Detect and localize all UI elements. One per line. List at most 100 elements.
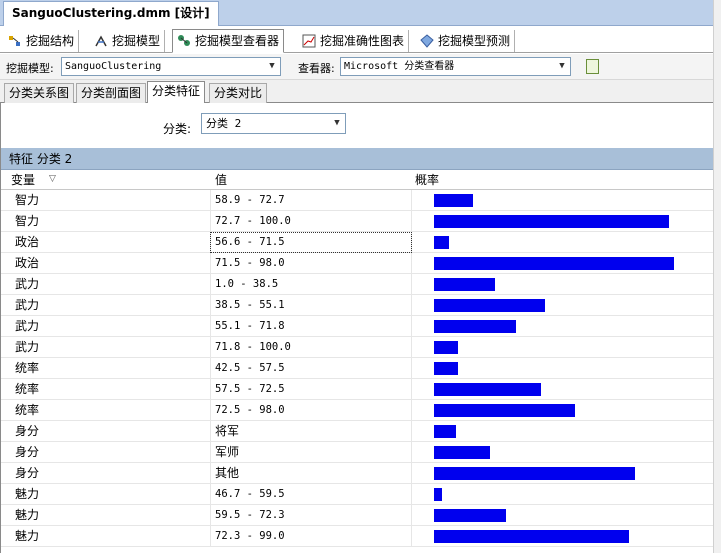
refresh-icon[interactable]	[586, 59, 599, 74]
tab-mining-structure[interactable]: 挖掘结构	[4, 30, 80, 52]
variable-cell: 身分	[15, 424, 40, 438]
mining-structure-icon	[8, 34, 22, 48]
tab-cluster-discrimination[interactable]: 分类对比	[209, 83, 268, 103]
variable-cell: 魅力	[15, 487, 40, 501]
prediction-icon	[420, 34, 434, 48]
scrollbar[interactable]	[713, 0, 721, 553]
chevron-down-icon: ▼	[265, 59, 279, 74]
variable-cell: 智力	[15, 214, 40, 228]
variable-cell: 统率	[15, 382, 40, 396]
table-row[interactable]: 魅力 72.3 - 99.0	[1, 526, 714, 547]
value-cell: 1.0 - 38.5	[215, 278, 279, 290]
probability-bar	[434, 488, 442, 501]
probability-bar	[434, 467, 635, 480]
variable-cell: 武力	[15, 340, 40, 354]
probability-bar	[434, 299, 545, 312]
table-row[interactable]: 身分 将军	[1, 421, 714, 442]
mining-model-select[interactable]: SanguoClustering ▼	[61, 57, 281, 76]
column-headers: 变量 ▽ 值 概率	[1, 171, 721, 190]
table-row[interactable]: 统率 72.5 - 98.0	[1, 400, 714, 421]
table-row[interactable]: 智力 72.7 - 100.0	[1, 211, 714, 232]
probability-bar	[434, 530, 629, 543]
value-cell: 58.9 - 72.7	[215, 194, 285, 206]
probability-bar	[434, 362, 458, 375]
document-tab[interactable]: SanguoClustering.dmm [设计]	[3, 1, 219, 26]
tab-cluster-profiles[interactable]: 分类剖面图	[76, 83, 147, 103]
table-row[interactable]: 身分 其他	[1, 463, 714, 484]
cluster-label: 分类:	[163, 122, 192, 136]
column-divider	[411, 337, 412, 358]
probability-bar	[434, 194, 473, 207]
mining-model-icon	[94, 34, 108, 48]
probability-bar	[434, 320, 516, 333]
column-divider	[210, 211, 211, 232]
column-divider	[411, 484, 412, 505]
model-viewer-icon	[177, 34, 191, 48]
accuracy-chart-icon	[302, 34, 316, 48]
variable-cell: 身分	[15, 445, 40, 459]
tab-cluster-characteristics[interactable]: 分类特征	[147, 81, 206, 104]
column-divider	[411, 400, 412, 421]
column-divider	[411, 505, 412, 526]
column-divider	[210, 484, 211, 505]
probability-bar	[434, 215, 669, 228]
table-row[interactable]: 武力 55.1 - 71.8	[1, 316, 714, 337]
column-header-value[interactable]: 值	[215, 171, 227, 190]
mining-model-label: 挖掘模型:	[6, 62, 54, 75]
value-cell: 将军	[215, 424, 240, 438]
column-divider	[411, 190, 412, 211]
table-row[interactable]: 武力 71.8 - 100.0	[1, 337, 714, 358]
probability-bar	[434, 404, 575, 417]
variable-cell: 统率	[15, 361, 40, 375]
table-row[interactable]: 魅力 59.5 - 72.3	[1, 505, 714, 526]
value-cell: 57.5 - 72.5	[215, 383, 285, 395]
tab-prediction[interactable]: 挖掘模型预测	[416, 30, 516, 52]
tab-label: 挖掘准确性图表	[320, 34, 405, 48]
column-divider	[210, 358, 211, 379]
table-row[interactable]: 政治 56.6 - 71.5	[1, 232, 714, 253]
cluster-select[interactable]: 分类 2 ▼	[201, 113, 346, 134]
column-divider	[411, 274, 412, 295]
table-row[interactable]: 武力 1.0 - 38.5	[1, 274, 714, 295]
viewer-label: 查看器:	[298, 62, 335, 75]
column-divider	[210, 316, 211, 337]
column-divider	[411, 379, 412, 400]
column-divider	[210, 463, 211, 484]
value-cell: 55.1 - 71.8	[215, 320, 285, 332]
variable-cell: 武力	[15, 298, 40, 312]
tab-model-viewer[interactable]: 挖掘模型查看器	[172, 29, 285, 53]
probability-bar	[434, 278, 495, 291]
probability-bar	[434, 236, 449, 249]
column-divider	[411, 316, 412, 337]
table-row[interactable]: 统率 57.5 - 72.5	[1, 379, 714, 400]
value-cell: 71.8 - 100.0	[215, 341, 291, 353]
variable-cell: 政治	[15, 235, 40, 249]
column-divider	[210, 400, 211, 421]
table-row[interactable]: 智力 58.9 - 72.7	[1, 190, 714, 211]
viewer-select[interactable]: Microsoft 分类查看器 ▼	[340, 57, 571, 76]
column-divider	[411, 526, 412, 547]
table-row[interactable]: 政治 71.5 - 98.0	[1, 253, 714, 274]
column-divider	[210, 379, 211, 400]
table-row[interactable]: 武力 38.5 - 55.1	[1, 295, 714, 316]
table-row[interactable]: 魅力 46.7 - 59.5	[1, 484, 714, 505]
designer-tab-bar: 挖掘结构 挖掘模型 挖掘模型查看器 挖掘准确性图表 挖掘模型预测	[0, 28, 721, 53]
value-cell: 59.5 - 72.3	[215, 509, 285, 521]
tab-label: 挖掘结构	[26, 34, 75, 48]
column-divider	[210, 421, 211, 442]
tab-mining-model[interactable]: 挖掘模型	[90, 30, 166, 52]
tab-cluster-diagram[interactable]: 分类关系图	[4, 83, 75, 103]
column-divider	[411, 463, 412, 484]
value-cell: 42.5 - 57.5	[215, 362, 285, 374]
probability-bar	[434, 383, 541, 396]
value-cell: 军师	[215, 445, 240, 459]
tab-accuracy-chart[interactable]: 挖掘准确性图表	[298, 30, 410, 52]
table-row[interactable]: 身分 军师	[1, 442, 714, 463]
chevron-down-icon: ▼	[330, 116, 344, 131]
chevron-down-icon: ▼	[555, 59, 569, 74]
column-header-probability[interactable]: 概率	[415, 171, 439, 190]
probability-bar	[434, 257, 674, 270]
sort-icon[interactable]: ▽	[49, 174, 56, 184]
table-row[interactable]: 统率 42.5 - 57.5	[1, 358, 714, 379]
column-header-variable[interactable]: 变量	[11, 171, 35, 190]
